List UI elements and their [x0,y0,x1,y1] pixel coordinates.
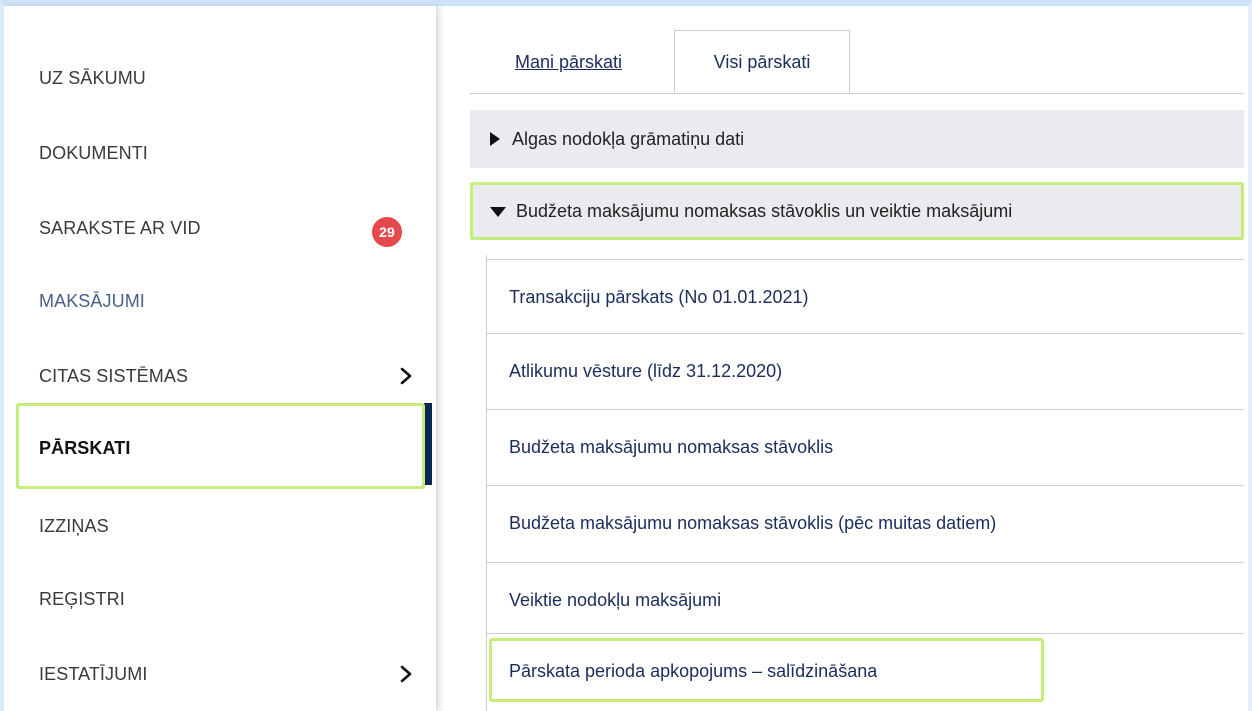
tab-mani-parskati[interactable]: Mani pārskati [515,52,622,73]
chevron-right-icon [400,367,412,385]
tab-label: Visi pārskati [713,51,811,72]
sidebar-item-label: MAKSĀJUMI [39,290,145,311]
report-link-atlikumu-vesture[interactable]: Atlikumu vēsture (līdz 31.12.2020) [487,333,1244,409]
triangle-right-icon [490,132,500,146]
report-link-budzeta-nomaksas-stavoklis[interactable]: Budžeta maksājumu nomaksas stāvoklis [487,409,1244,485]
sidebar-item-label: IZZIŅAS [39,515,109,536]
accordion-algas-nodokla-gramatinu-dati[interactable]: Algas nodokļa grāmatiņu dati [470,110,1244,168]
report-label: Transakciju pārskats (No 01.01.2021) [509,287,809,307]
unread-count-badge: 29 [372,217,402,247]
sidebar-item-iestatijumi[interactable]: IESTATĪJUMI [4,637,436,711]
report-link-transakciju-parskats[interactable]: Transakciju pārskats (No 01.01.2021) [487,259,1244,335]
sidebar-item-label: REĢISTRI [39,588,125,609]
sidebar-item-maksajumi[interactable]: MAKSĀJUMI [4,264,436,338]
report-link-veiktie-nodoklu-maksajumi[interactable]: Veiktie nodokļu maksājumi [487,562,1244,638]
sidebar-item-uz-sakumu[interactable]: UZ SĀKUMU [4,41,436,115]
report-link-parskata-perioda-apkopojums[interactable]: Pārskata perioda apkopojums – salīdzināš… [487,633,1244,709]
report-label: Atlikumu vēsture (līdz 31.12.2020) [509,361,783,381]
report-label: Veiktie nodokļu maksājumi [509,590,722,610]
report-label: Budžeta maksājumu nomaksas stāvoklis [509,437,834,457]
active-indicator [424,403,432,485]
sidebar-item-label: DOKUMENTI [39,142,148,163]
sidebar: UZ SĀKUMU DOKUMENTI SARAKSTE AR VID 29 M… [4,6,437,711]
accordion-label: Budžeta maksājumu nomaksas stāvoklis un … [516,200,1013,221]
sidebar-item-dokumenti[interactable]: DOKUMENTI [4,116,436,190]
sidebar-item-label: SARAKSTE AR VID [39,217,201,238]
sidebar-item-izzinas[interactable]: IZZIŅAS [4,489,436,563]
accordion-budzeta-maksajumu[interactable]: Budžeta maksājumu nomaksas stāvoklis un … [470,182,1244,240]
sidebar-item-citas-sistemas[interactable]: CITAS SISTĒMAS [4,339,436,413]
report-link-budzeta-muitas-datiem[interactable]: Budžeta maksājumu nomaksas stāvoklis (pē… [487,485,1244,561]
tab-visi-parskati[interactable]: Visi pārskati [674,30,850,94]
tabs-divider [470,93,1244,94]
sidebar-item-parskati[interactable]: PĀRSKATI [4,411,436,485]
sidebar-item-label: CITAS SISTĒMAS [39,365,189,386]
sidebar-item-label: IESTATĪJUMI [39,663,148,684]
report-label: Pārskata perioda apkopojums – salīdzināš… [509,661,878,681]
sidebar-item-sarakste-ar-vid[interactable]: SARAKSTE AR VID 29 [4,191,436,265]
accordion-label: Algas nodokļa grāmatiņu dati [512,128,745,149]
sidebar-item-registri[interactable]: REĢISTRI [4,562,436,636]
report-label: Budžeta maksājumu nomaksas stāvoklis (pē… [509,513,997,533]
triangle-down-icon [490,207,506,217]
sidebar-item-label: UZ SĀKUMU [39,67,146,88]
chevron-right-icon [400,665,412,683]
sidebar-item-label: PĀRSKATI [39,437,131,458]
